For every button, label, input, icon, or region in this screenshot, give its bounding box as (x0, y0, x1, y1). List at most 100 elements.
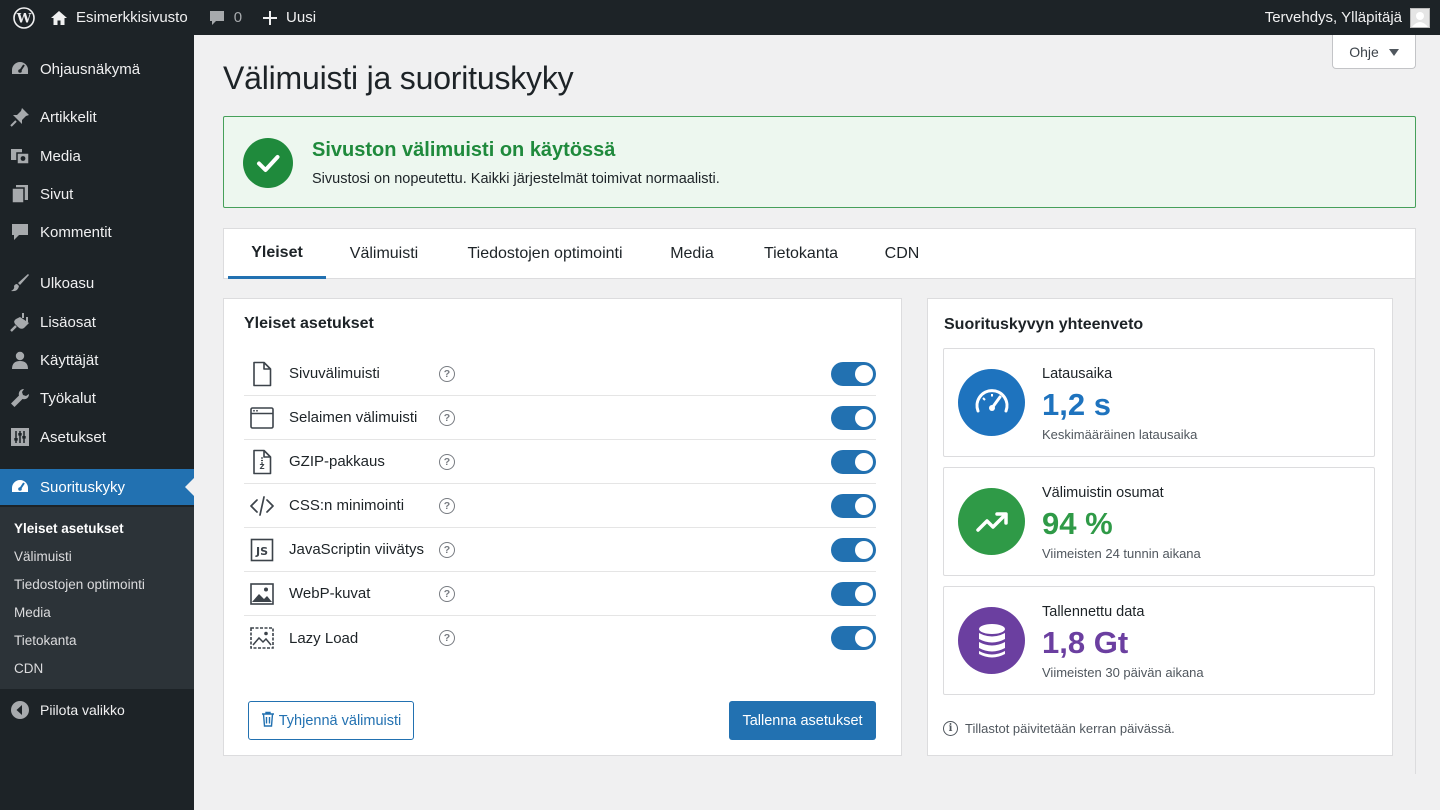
setting-label: Sivuvälimuisti (289, 365, 380, 382)
help-icon[interactable]: ? (439, 453, 455, 470)
comments-count: 0 (233, 9, 243, 26)
toggle-browser-cache[interactable] (831, 405, 876, 430)
code-icon (246, 490, 278, 522)
sidebar-item-posts[interactable]: Artikkelit (0, 99, 194, 135)
sidebar-item-media[interactable]: Media (0, 138, 194, 174)
help-icon[interactable]: ? (439, 541, 455, 558)
tab-cdn[interactable]: CDN (872, 229, 932, 279)
stat-name: Tallennettu data (1042, 604, 1145, 620)
help-tab-button[interactable]: Ohje (1332, 35, 1416, 69)
toggle-webp[interactable] (831, 581, 876, 606)
collapse-arrow-icon (10, 700, 30, 720)
admin-sidebar: Ohjausnäkymä Artikkelit Media Sivut Komm… (0, 35, 194, 810)
setting-label: JavaScriptin viivätys (289, 541, 425, 558)
plus-icon (262, 10, 278, 26)
setting-label: CSS:n minimointi (289, 497, 405, 514)
pages-icon (10, 184, 30, 204)
toggle-css-minify[interactable] (831, 493, 876, 518)
lazy-image-icon (246, 622, 278, 654)
submenu-item-database[interactable]: Tietokanta (14, 633, 77, 648)
home-icon (50, 9, 68, 27)
setting-row-webp: WebP-kuvat ? (244, 572, 876, 616)
js-icon: JS (246, 534, 278, 566)
sidebar-item-performance[interactable]: Suorituskyky (0, 469, 194, 505)
tab-cache[interactable]: Välimuisti (336, 229, 432, 279)
toggle-lazy-load[interactable] (831, 626, 876, 650)
comments-link[interactable]: 0 (198, 0, 252, 35)
stat-caption: Viimeisten 30 päivän aikana (1042, 665, 1204, 680)
toggle-js-defer[interactable] (831, 537, 876, 562)
comment-icon (10, 222, 30, 242)
stat-card-saved-data: Tallennettu data 1,8 Gt Viimeisten 30 pä… (943, 586, 1375, 695)
submenu-item-file-optimization[interactable]: Tiedostojen optimointi (14, 577, 145, 592)
submenu-item-cdn[interactable]: CDN (14, 661, 43, 676)
caret-down-icon (1388, 44, 1399, 60)
save-settings-button[interactable]: Tallenna asetukset (729, 701, 876, 740)
media-icon (10, 146, 30, 166)
help-icon[interactable]: ? (439, 409, 455, 426)
footnote-text: Tillastot päivitetään kerran päivässä. (965, 721, 1175, 736)
tab-media[interactable]: Media (656, 229, 728, 279)
help-icon[interactable]: ? (439, 365, 455, 382)
panel-title: Yleiset asetukset (244, 315, 374, 332)
help-icon[interactable]: ? (439, 497, 455, 514)
sidebar-item-label: Media (40, 147, 81, 165)
sidebar-item-settings[interactable]: Asetukset (0, 419, 194, 455)
submenu-item-cache[interactable]: Välimuisti (14, 549, 72, 564)
performance-submenu: Yleiset asetukset Välimuisti Tiedostojen… (0, 507, 194, 689)
wordpress-logo-icon[interactable]: W (0, 0, 40, 35)
page-title: Välimuisti ja suorituskyky (223, 60, 574, 96)
setting-row-page-cache: Sivuvälimuisti ? (244, 352, 876, 396)
tab-file-optimization[interactable]: Tiedostojen optimointi (450, 229, 640, 279)
sidebar-item-label: Lisäosat (40, 313, 96, 331)
pin-icon (10, 107, 30, 127)
clear-cache-button[interactable]: Tyhjennä välimuisti (248, 701, 414, 740)
help-icon[interactable]: ? (439, 585, 455, 602)
submenu-item-general[interactable]: Yleiset asetukset (14, 521, 124, 536)
notice-title: Sivuston välimuisti on käytössä (312, 139, 616, 161)
dashboard-icon (10, 59, 30, 79)
sidebar-item-pages[interactable]: Sivut (0, 176, 194, 212)
sidebar-item-appearance[interactable]: Ulkoasu (0, 265, 194, 301)
sidebar-item-comments[interactable]: Kommentit (0, 214, 194, 250)
sidebar-item-label: Käyttäjät (40, 351, 99, 369)
sidebar-item-plugins[interactable]: Lisäosat (0, 304, 194, 340)
setting-row-lazy-load: Lazy Load ? (244, 616, 876, 660)
wrench-icon (10, 388, 30, 408)
stat-caption: Keskimääräinen latausaika (1042, 427, 1198, 442)
tab-general[interactable]: Yleiset (228, 229, 326, 279)
sidebar-item-dashboard[interactable]: Ohjausnäkymä (0, 51, 194, 87)
clear-cache-label: Tyhjennä välimuisti (278, 712, 402, 729)
stat-name: Välimuistin osumat (1042, 485, 1164, 501)
success-notice: Sivuston välimuisti on käytössä Sivustos… (223, 116, 1416, 208)
stat-card-cache-hits: Välimuistin osumat 94 % Viimeisten 24 tu… (943, 467, 1375, 576)
stat-value: 1,2 s (1042, 387, 1111, 422)
image-icon (246, 578, 278, 610)
help-icon[interactable]: ? (439, 630, 455, 646)
account-menu[interactable]: Tervehdys, Ylläpitäjä (1255, 0, 1440, 35)
settings-tabs: Yleiset Välimuisti Tiedostojen optimoint… (223, 228, 1416, 279)
stat-caption: Viimeisten 24 tunnin aikana (1042, 546, 1201, 561)
new-label: Uusi (286, 9, 317, 26)
users-icon (10, 350, 30, 370)
content-edge-divider (1415, 279, 1416, 774)
sidebar-item-tools[interactable]: Työkalut (0, 380, 194, 416)
new-content-link[interactable]: Uusi (252, 0, 326, 35)
browser-icon (246, 402, 278, 434)
help-label: Ohje (1349, 43, 1379, 60)
collapse-menu-button[interactable]: Piilota valikko (0, 692, 194, 728)
toggle-gzip[interactable] (831, 449, 876, 474)
submenu-item-media[interactable]: Media (14, 605, 51, 620)
setting-row-js-defer: JS JavaScriptin viivätys ? (244, 528, 876, 572)
sidebar-item-users[interactable]: Käyttäjät (0, 342, 194, 378)
stat-name: Latausaika (1042, 366, 1113, 382)
sidebar-item-label: Ohjausnäkymä (40, 60, 141, 78)
admin-bar: W Esimerkkisivusto 0 Uusi Tervehdys, Yll… (0, 0, 1440, 35)
sidebar-item-label: Asetukset (40, 428, 106, 446)
stats-footnote: i Tillastot päivitetään kerran päivässä. (943, 721, 1175, 736)
toggle-page-cache[interactable] (831, 361, 876, 386)
tab-database[interactable]: Tietokanta (746, 229, 856, 279)
site-name-link[interactable]: Esimerkkisivusto (40, 0, 198, 35)
stat-value: 94 % (1042, 506, 1113, 541)
trend-up-icon (958, 488, 1025, 555)
